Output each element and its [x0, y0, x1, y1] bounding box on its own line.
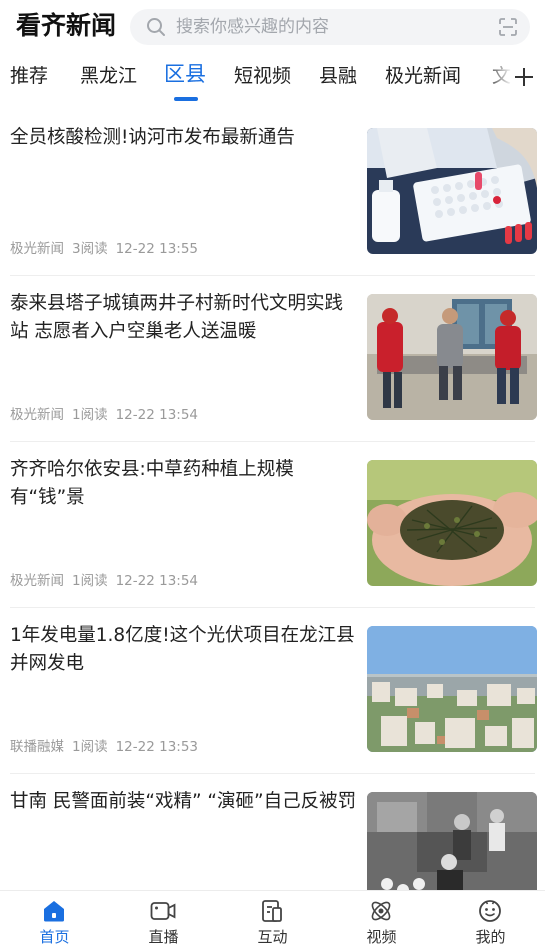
news-item[interactable]: 全员核酸检测!讷河市发布最新通告 极光新闻 3阅读 12-22 13:55	[0, 110, 545, 276]
app-logo[interactable]: 看齐新闻	[16, 10, 116, 42]
interact-icon	[262, 900, 282, 922]
news-item[interactable]: 甘南 民警面前装“戏精” “演砸”自己反被罚	[0, 774, 545, 890]
profile-icon	[479, 900, 501, 922]
news-time: 12-22 13:55	[115, 241, 199, 257]
nav-home[interactable]: 首页	[0, 891, 109, 947]
news-time: 12-22 13:54	[115, 573, 199, 589]
tab-county-media[interactable]: 县融	[319, 62, 357, 90]
news-title[interactable]: 泰来县塔子城镇两井子村新时代文明实践站 志愿者入户空巢老人送温暖	[10, 290, 358, 346]
search-placeholder: 搜索你感兴趣的内容	[176, 17, 329, 37]
scan-icon[interactable]	[498, 17, 518, 37]
active-tab-indicator	[174, 97, 198, 101]
news-reads: 1阅读	[72, 739, 108, 755]
nav-label: 直播	[148, 928, 179, 946]
news-meta: 极光新闻 3阅读 12-22 13:55	[10, 240, 206, 258]
nav-label: 互动	[257, 928, 288, 946]
video-icon	[371, 901, 391, 921]
tab-aurora-news[interactable]: 极光新闻	[385, 62, 461, 90]
news-thumbnail[interactable]	[367, 128, 537, 254]
logo-text: 看齐新闻	[16, 11, 117, 40]
nav-label: 首页	[39, 928, 70, 946]
news-meta: 极光新闻 1阅读 12-22 13:54	[10, 572, 206, 590]
news-thumbnail[interactable]	[367, 792, 537, 890]
channel-tabs: 推荐 黑龙江 区县 短视频 县融 极光新闻 文	[0, 56, 545, 106]
search-bar[interactable]: 搜索你感兴趣的内容	[130, 9, 530, 45]
nav-profile[interactable]: 我的	[436, 891, 545, 947]
news-thumbnail[interactable]	[367, 460, 537, 586]
news-source: 联播融媒	[10, 739, 64, 755]
app-header: 看齐新闻 搜索你感兴趣的内容	[0, 0, 545, 54]
news-title[interactable]: 甘南 民警面前装“戏精” “演砸”自己反被罚	[10, 788, 358, 816]
nav-interact[interactable]: 互动	[218, 891, 327, 947]
tab-heilongjiang[interactable]: 黑龙江	[80, 62, 137, 90]
news-item[interactable]: 1年发电量1.8亿度!这个光伏项目在龙江县并网发电 联播融媒 1阅读 12-22 1…	[0, 608, 545, 774]
news-meta: 极光新闻 1阅读 12-22 13:54	[10, 406, 206, 424]
news-source: 极光新闻	[10, 573, 64, 589]
news-title[interactable]: 齐齐哈尔依安县:中草药种植上规模有“钱”景	[10, 456, 358, 512]
news-thumbnail[interactable]	[367, 626, 537, 752]
live-camera-icon	[150, 902, 176, 920]
tab-county[interactable]: 区县	[164, 60, 206, 88]
nav-label: 视频	[366, 928, 397, 946]
news-time: 12-22 13:54	[115, 407, 199, 423]
nav-video[interactable]: 视频	[327, 891, 436, 947]
news-feed: 全员核酸检测!讷河市发布最新通告 极光新闻 3阅读 12-22 13:55 泰来…	[0, 110, 545, 890]
bottom-navigation: 首页 直播 互动 视频 我的	[0, 890, 545, 947]
news-reads: 1阅读	[72, 407, 108, 423]
search-icon	[147, 18, 165, 36]
news-source: 极光新闻	[10, 241, 64, 257]
news-title[interactable]: 全员核酸检测!讷河市发布最新通告	[10, 124, 358, 152]
news-source: 极光新闻	[10, 407, 64, 423]
news-reads: 3阅读	[72, 241, 108, 257]
news-title[interactable]: 1年发电量1.8亿度!这个光伏项目在龙江县并网发电	[10, 622, 358, 678]
home-icon	[44, 901, 64, 922]
news-item[interactable]: 齐齐哈尔依安县:中草药种植上规模有“钱”景 极光新闻 1阅读 12-22 13:54	[0, 442, 545, 608]
news-time: 12-22 13:53	[115, 739, 199, 755]
news-reads: 1阅读	[72, 573, 108, 589]
tab-short-video[interactable]: 短视频	[234, 62, 291, 90]
nav-label: 我的	[475, 928, 506, 946]
nav-live[interactable]: 直播	[109, 891, 218, 947]
add-channel-icon[interactable]	[513, 66, 535, 88]
news-thumbnail[interactable]	[367, 294, 537, 420]
tab-recommend[interactable]: 推荐	[10, 62, 48, 90]
news-item[interactable]: 泰来县塔子城镇两井子村新时代文明实践站 志愿者入户空巢老人送温暖 极光新闻 1阅读…	[0, 276, 545, 442]
news-meta: 联播融媒 1阅读 12-22 13:53	[10, 738, 206, 756]
